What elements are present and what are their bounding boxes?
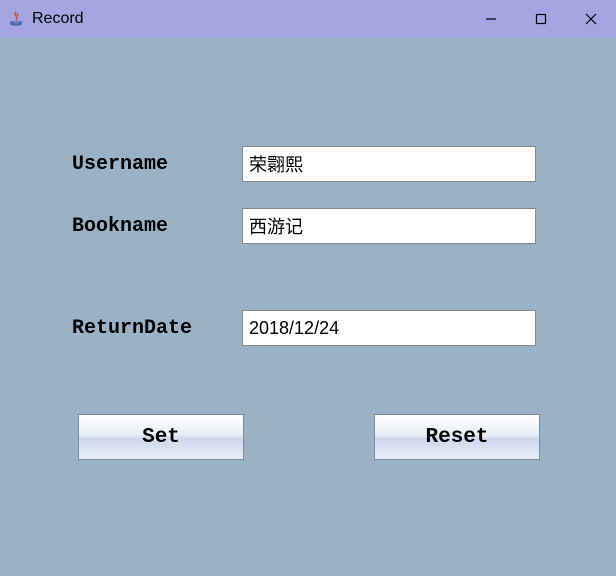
java-app-icon — [6, 9, 26, 29]
username-row: Username — [72, 146, 536, 182]
bookname-input[interactable] — [242, 208, 536, 244]
username-input[interactable] — [242, 146, 536, 182]
content-pane: Username Bookname ReturnDate Set Reset — [0, 38, 616, 576]
set-button[interactable]: Set — [78, 414, 244, 460]
reset-button[interactable]: Reset — [374, 414, 540, 460]
button-row: Set Reset — [78, 414, 540, 460]
minimize-button[interactable] — [466, 0, 516, 38]
window-title: Record — [32, 10, 84, 28]
close-button[interactable] — [566, 0, 616, 38]
bookname-row: Bookname — [72, 208, 536, 244]
username-label: Username — [72, 153, 242, 176]
returndate-label: ReturnDate — [72, 317, 242, 340]
window-controls — [466, 0, 616, 38]
window-titlebar: Record — [0, 0, 616, 38]
bookname-label: Bookname — [72, 215, 242, 238]
maximize-button[interactable] — [516, 0, 566, 38]
returndate-input[interactable] — [242, 310, 536, 346]
returndate-row: ReturnDate — [72, 310, 536, 346]
